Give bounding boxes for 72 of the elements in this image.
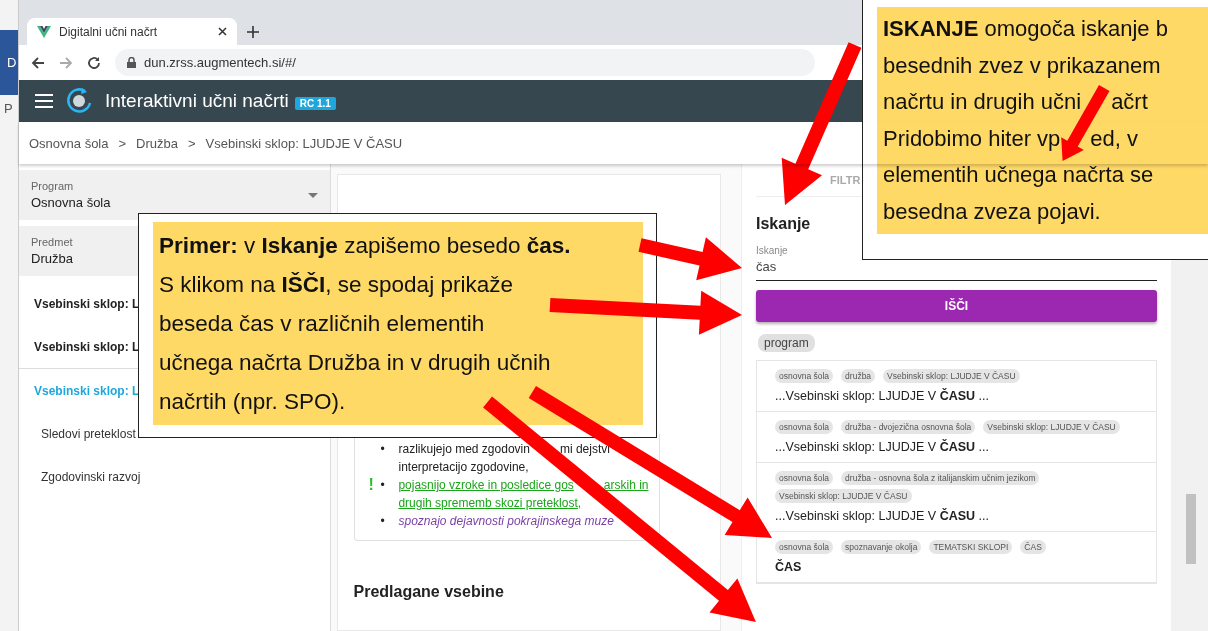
tag-chip: Vsebinski sklop: LJUDJE V ČASU xyxy=(883,369,1020,383)
browser-tab[interactable]: Digitalni učni načrt xyxy=(27,18,237,45)
back-icon[interactable] xyxy=(31,55,45,70)
goal-text: mi dejstvi xyxy=(559,441,610,458)
tag-chip: osnovna šola xyxy=(775,369,834,383)
goal-text: interpretacijo zgodovine, xyxy=(398,459,529,476)
new-tab-icon[interactable] xyxy=(247,25,259,38)
callout-text-line: besednih zvez v prikazanem xyxy=(883,51,1161,80)
window-letter: D xyxy=(7,55,17,70)
breadcrumb-separator: > xyxy=(188,135,196,151)
window-letter: P xyxy=(3,101,14,116)
tag-chip: osnovna šola xyxy=(775,471,834,485)
panel-title: Iskanje xyxy=(756,215,811,233)
filter-chip[interactable]: program xyxy=(758,334,815,352)
breadcrumb-link[interactable]: Vsebinski sklop: LJUDJE V ČASU xyxy=(205,135,403,151)
result-snippet: ...Vsebinski sklop: LJUDJE V ČASU ... xyxy=(775,440,990,454)
callout-text-line: elementih učnega načrta se xyxy=(883,161,1154,189)
callout-text-line: ačrt xyxy=(1111,88,1148,116)
search-result[interactable]: osnovna šola družba - osnovna šola z italijanskim učnim jezikom Vsebinski sklop: LJUDJE V ČASU ...Vsebinski sklop: LJUDJE V ČASU ... xyxy=(757,463,1156,532)
section-heading: Predlagane vsebine xyxy=(353,583,505,601)
address-bar[interactable]: dun.zrss.augmentech.si/#/ xyxy=(115,49,815,76)
search-result[interactable]: osnovna šola spoznavanje okolja TEMATSKI SKLOPI ČAS ČAS xyxy=(757,532,1156,583)
goal-text: spoznajo dejavnosti pokrajinskega muze xyxy=(398,513,614,530)
dropdown-caret-icon xyxy=(308,192,318,198)
callout-text-line: učnega načrta Družba in v drugih učnih xyxy=(159,349,551,377)
goal-text: razlikujejo med zgodovin xyxy=(398,441,530,458)
callout-text-line: S klikom na IŠČI, se spodaj prikaže xyxy=(159,271,513,299)
result-snippet: ...Vsebinski sklop: LJUDJE V ČASU ... xyxy=(775,389,990,403)
v-logo-icon xyxy=(37,25,51,38)
callout-text-line: beseda čas v različnih elementih xyxy=(159,310,485,338)
search-result[interactable]: osnovna šola družba - dvojezična osnovna šola Vsebinski sklop: LJUDJE V ČASU ...Vsebinski sklop: LJUDJE V ČASU ... xyxy=(757,412,1156,463)
tag-chip: družba - osnovna šola z italijanskim učnim jezikom xyxy=(841,471,1040,485)
callout-text-line: ISKANJE omogoča iskanje b xyxy=(883,15,1168,43)
app-title: Interaktivni učni načrti xyxy=(105,90,289,112)
close-icon[interactable] xyxy=(218,27,227,36)
callout-text-line: načrtu in drugih učni xyxy=(883,88,1082,116)
callout-text-line: Primer: v Iskanje zapišemo besedo čas. xyxy=(159,232,571,260)
bullet: • xyxy=(380,441,386,458)
callout-text-line: besedna zveza pojavi. xyxy=(883,197,1101,226)
bullet: • xyxy=(380,513,386,530)
goal-text: drugih sprememb skozi preteklost, xyxy=(398,495,582,512)
breadcrumb-link[interactable]: Družba xyxy=(136,135,178,151)
reload-icon[interactable] xyxy=(87,55,101,70)
scrollbar-thumb[interactable] xyxy=(1186,494,1196,564)
essential-marker: ! xyxy=(368,476,375,494)
breadcrumb-link[interactable]: Osnovna šola xyxy=(29,135,109,151)
callout-text-line: Pridobimo hiter vp xyxy=(883,124,1061,153)
tag-chip: družba xyxy=(841,369,876,383)
search-result[interactable]: osnovna šola družba Vsebinski sklop: LJUDJE V ČASU ...Vsebinski sklop: LJUDJE V ČASU ... xyxy=(757,361,1156,412)
sidebar-subitem[interactable]: Zgodovinski razvoj xyxy=(19,455,330,498)
tag-chip: Vsebinski sklop: LJUDJE V ČASU xyxy=(983,420,1120,434)
tag-chip: TEMATSKI SKLOPI xyxy=(929,540,1013,554)
bullet: • xyxy=(380,477,386,494)
menu-icon[interactable] xyxy=(35,94,53,108)
tag-chip: osnovna šola xyxy=(775,540,834,554)
callout-text-line: načrtih (npr. SPO). xyxy=(159,388,346,416)
search-button[interactable]: IŠČI xyxy=(756,290,1157,322)
version-badge: RC 1.1 xyxy=(294,96,336,110)
tag-chip: spoznavanje okolja xyxy=(841,540,922,554)
callout-text-line: ed, v xyxy=(1090,124,1138,153)
lock-icon xyxy=(127,57,136,68)
result-snippet: ČAS xyxy=(775,560,803,574)
result-snippet: ...Vsebinski sklop: LJUDJE V ČASU ... xyxy=(775,509,990,523)
tag-chip: ČAS xyxy=(1020,540,1046,554)
goal-text: arskih in xyxy=(603,477,649,494)
tag-chip: Vsebinski sklop: LJUDJE V ČASU xyxy=(775,489,912,503)
tag-chip: družba - dvojezična osnovna šola xyxy=(841,420,976,434)
circular-arrow-logo-icon xyxy=(65,87,93,115)
tag-chip: osnovna šola xyxy=(775,420,834,434)
goal-text: pojasnijo vzroke in posledice gos xyxy=(398,477,574,494)
breadcrumb-separator: > xyxy=(118,135,127,151)
select-field[interactable]: Program Osnovna šola xyxy=(19,170,330,220)
